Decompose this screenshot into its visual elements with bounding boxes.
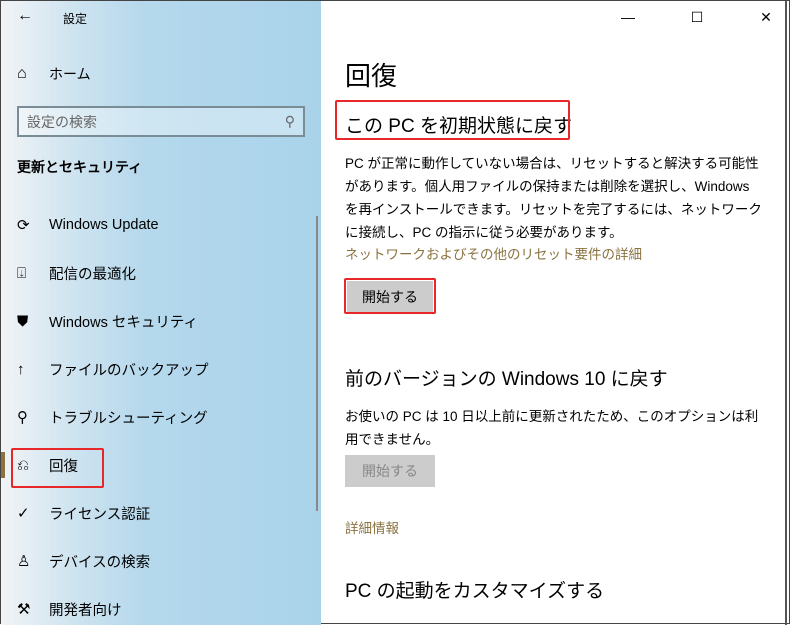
sidebar-nav: ⟳ Windows Update ⍗ 配信の最適化 ⛊ Windows セキュリティ … — [1, 201, 321, 633]
search-icon: ⚲ — [284, 113, 295, 129]
item-label: Windows Update — [49, 217, 159, 233]
section-heading: 更新とセキュリティ — [17, 159, 143, 175]
back-arrow-icon[interactable]: ← — [17, 7, 33, 25]
content-scrollbar[interactable] — [785, 1, 787, 625]
reset-description: PC が正常に動作していない場合は、リセットすると解決する可能性があります。個人… — [345, 156, 762, 240]
item-label: デバイスの検索 — [49, 554, 151, 571]
more-info-link[interactable]: 詳細情報 — [345, 517, 399, 537]
wrench-icon: ⚲ — [17, 409, 28, 426]
item-label: 開発者向け — [49, 602, 122, 619]
tools-icon: ⚒ — [17, 601, 31, 618]
find-device-icon: ♙ — [17, 553, 31, 570]
home-icon: ⌂ — [17, 65, 27, 82]
sidebar-item-activation[interactable]: ✓ ライセンス認証 — [1, 489, 321, 537]
goback-start-button[interactable]: 開始する — [345, 455, 435, 487]
item-label: ファイルのバックアップ — [49, 362, 209, 379]
item-label: ライセンス認証 — [49, 506, 151, 523]
sidebar-item-troubleshoot[interactable]: ⚲ トラブルシューティング — [1, 393, 321, 441]
minimize-button[interactable]: — — [605, 1, 651, 33]
sidebar-item-windows-update[interactable]: ⟳ Windows Update — [1, 201, 321, 249]
maximize-button[interactable]: ☐ — [651, 1, 743, 33]
item-label: Windows セキュリティ — [49, 314, 198, 331]
startup-heading: PC の起動をカスタマイズする — [345, 581, 605, 602]
item-label: 配信の最適化 — [49, 266, 136, 283]
sidebar-item-find-device[interactable]: ♙ デバイスの検索 — [1, 537, 321, 585]
item-label: トラブルシューティング — [49, 410, 208, 427]
shield-icon: ⛊ — [17, 312, 29, 330]
sidebar: ← 設定 ⌂ ホーム 設定の検索 ⚲ 更新とセキュリティ ⟳ Windows Upda… — [1, 1, 321, 625]
upload-arrow-icon: ↑ — [17, 360, 25, 378]
reset-requirements-link[interactable]: ネットワークおよびその他のリセット要件の詳細 — [345, 243, 642, 263]
delivery-icon: ⍗ — [17, 264, 27, 282]
goback-heading: 前のバージョンの Windows 10 に戻す — [345, 369, 668, 390]
page-title: 回復 — [345, 61, 398, 91]
sidebar-item-windows-security[interactable]: ⛊ Windows セキュリティ — [1, 297, 321, 345]
search-placeholder: 設定の検索 — [27, 113, 97, 130]
sidebar-scrollbar[interactable] — [316, 216, 318, 511]
highlight-box — [11, 448, 104, 488]
close-button[interactable]: ✕ — [743, 1, 789, 33]
sync-icon: ⟳ — [17, 217, 30, 234]
settings-window: ← 設定 ⌂ ホーム 設定の検索 ⚲ 更新とセキュリティ ⟳ Windows Upda… — [0, 0, 790, 625]
highlight-box — [335, 100, 570, 140]
goback-description: お使いの PC は 10 日以上前に更新されたため、このオプションは利用できませ… — [345, 409, 759, 447]
search-input[interactable]: 設定の検索 ⚲ — [17, 106, 305, 137]
sidebar-item-developers[interactable]: ⚒ 開発者向け — [1, 585, 321, 633]
check-circle-icon: ✓ — [17, 505, 30, 522]
highlight-box — [344, 278, 436, 314]
app-title: 設定 — [63, 12, 88, 26]
sidebar-home[interactable]: ⌂ ホーム — [17, 64, 91, 84]
selection-indicator — [1, 452, 5, 478]
sidebar-item-delivery-optimization[interactable]: ⍗ 配信の最適化 — [1, 249, 321, 297]
content-pane: — ☐ ✕ 回復 この PC を初期状態に戻す PC が正常に動作していない場合… — [321, 1, 789, 625]
sidebar-item-backup[interactable]: ↑ ファイルのバックアップ — [1, 345, 321, 393]
home-label: ホーム — [49, 66, 91, 82]
